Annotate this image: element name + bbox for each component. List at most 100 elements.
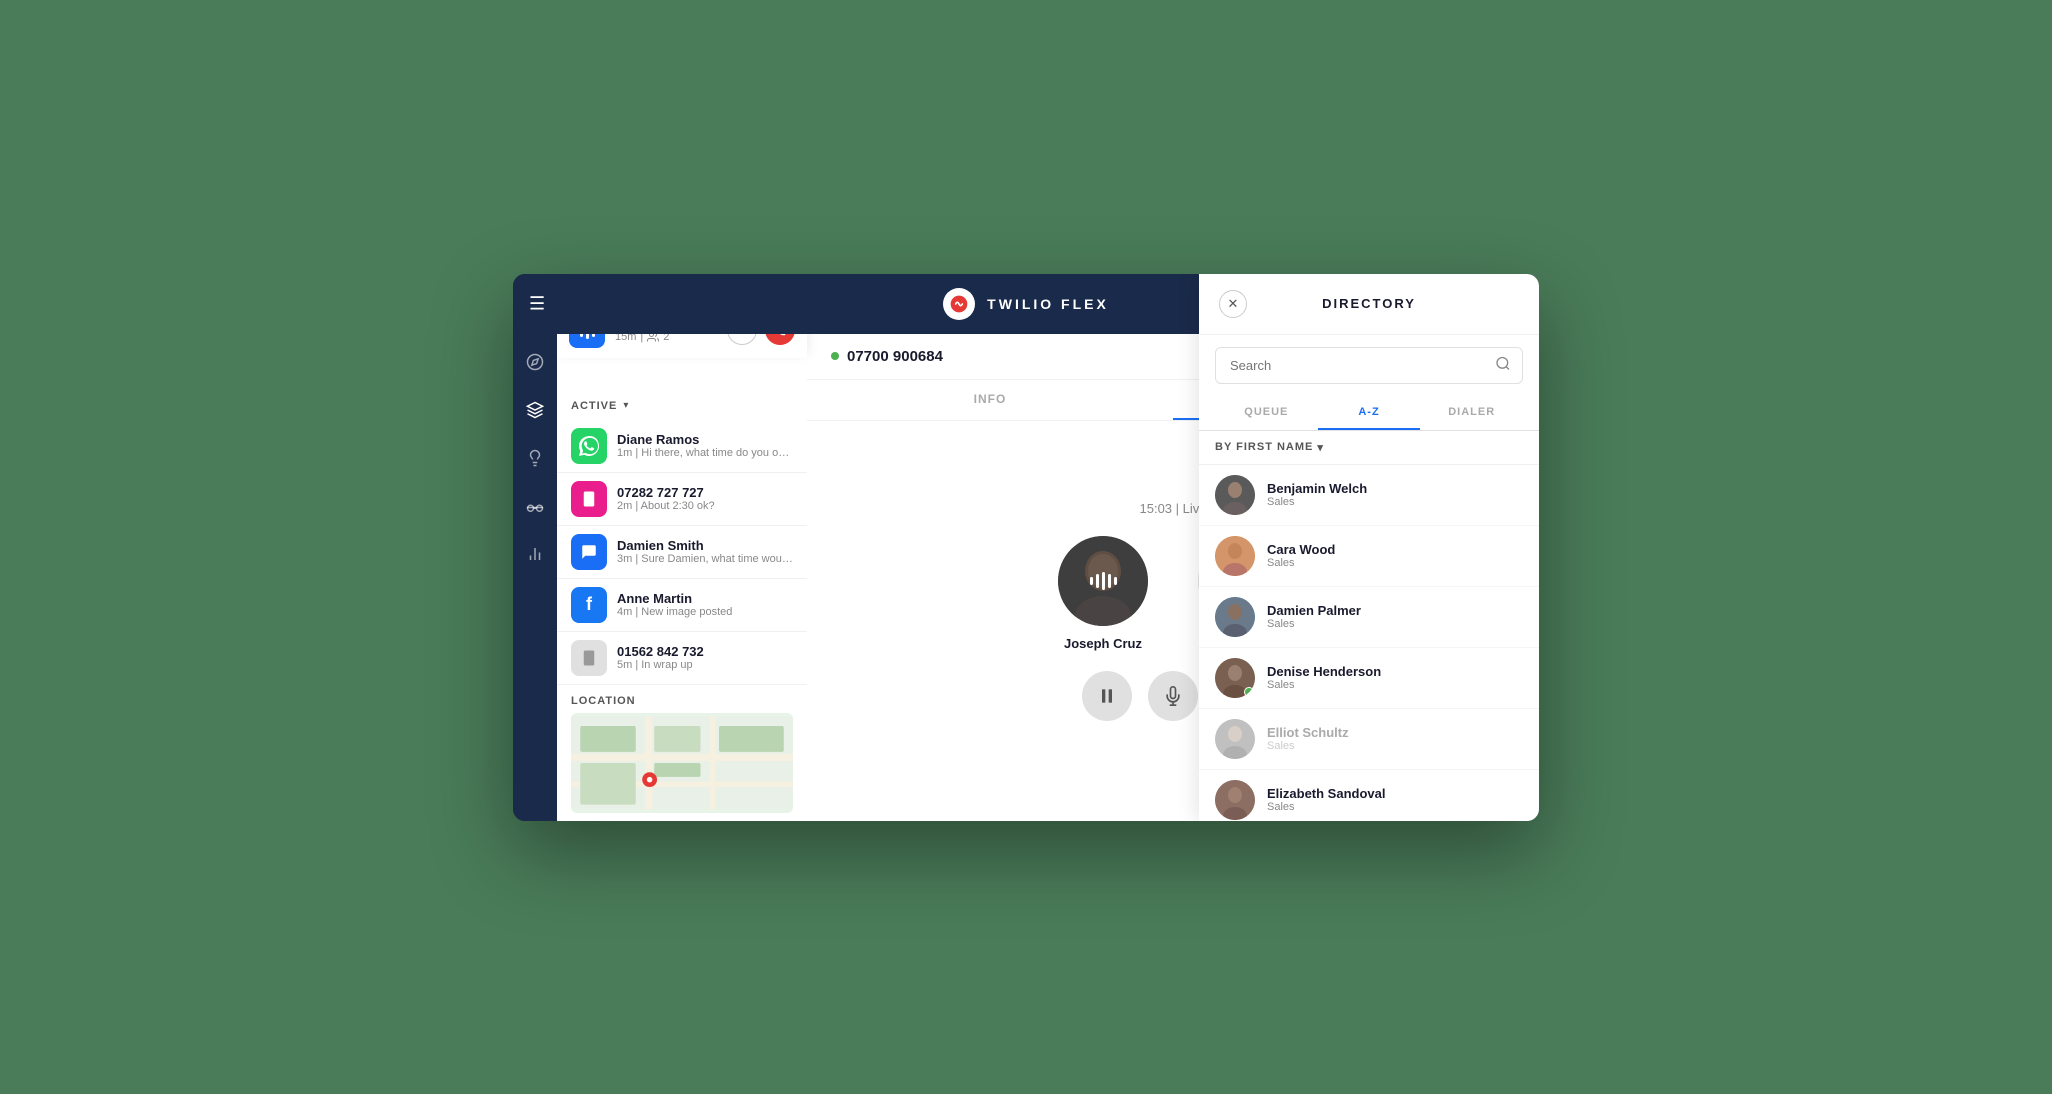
location-section: LOCATION [557, 685, 807, 819]
dir-dept-denise: Sales [1267, 679, 1523, 691]
contact-avatar-01562 [571, 640, 607, 676]
directory-filter-label: BY FIRST NAME [1215, 441, 1313, 453]
dir-name-damien-p: Damien Palmer [1267, 603, 1523, 618]
dir-contact-benjamin[interactable]: Benjamin Welch Sales [1199, 465, 1539, 526]
wave-bar-d [1108, 574, 1111, 588]
sidebar [513, 334, 557, 821]
contact-info-07282: 07282 727 727 2m | About 2:30 ok? [617, 485, 793, 512]
tab-info[interactable]: INFO [807, 380, 1173, 420]
app-logo: TWILIO FLEX [943, 288, 1109, 320]
contact-info-diane: Diane Ramos 1m | Hi there, what time do … [617, 432, 793, 459]
directory-tabs: QUEUE A-Z DIALER [1199, 396, 1539, 431]
dir-avatar-cara [1215, 536, 1255, 576]
dir-avatar-denise [1215, 658, 1255, 698]
contact-avatar-07282 [571, 481, 607, 517]
contacts-arrow-icon: ▾ [623, 400, 628, 411]
dir-info-damien-p: Damien Palmer Sales [1267, 603, 1523, 630]
contact-info-damien: Damien Smith 3m | Sure Damien, what time… [617, 538, 793, 565]
dir-info-cara: Cara Wood Sales [1267, 542, 1523, 569]
dir-dept-benjamin: Sales [1267, 496, 1523, 508]
dir-dept-cara: Sales [1267, 557, 1523, 569]
dir-contact-denise[interactable]: Denise Henderson Sales [1199, 648, 1539, 709]
logo-icon [943, 288, 975, 320]
sidebar-icon-bulb[interactable] [519, 442, 551, 474]
dir-info-denise: Denise Henderson Sales [1267, 664, 1523, 691]
dir-name-elliot: Elliot Schultz [1267, 725, 1523, 740]
participant-name-joseph: Joseph Cruz [1064, 636, 1142, 651]
dir-avatar-benjamin [1215, 475, 1255, 515]
contact-msg-damien: 3m | Sure Damien, what time would w... [617, 553, 793, 565]
contact-msg-01562: 5m | In wrap up [617, 659, 793, 671]
contact-msg-diane: 1m | Hi there, what time do you open... [617, 447, 793, 459]
sidebar-icon-compass[interactable] [519, 346, 551, 378]
app-window: ☰ TWILIO FLEX [513, 274, 1539, 821]
location-label: LOCATION [571, 695, 793, 707]
search-icon [1495, 356, 1511, 375]
status-dot-denise [1244, 687, 1254, 697]
dir-name-elizabeth: Elizabeth Sandoval [1267, 786, 1523, 801]
contact-name-anne: Anne Martin [617, 591, 793, 606]
sidebar-icon-glasses[interactable] [519, 490, 551, 522]
wave-overlay [1058, 536, 1148, 626]
directory-header: ✕ DIRECTORY [1199, 274, 1539, 335]
dir-dept-elliot: Sales [1267, 740, 1523, 752]
call-status-dot [831, 352, 839, 360]
dir-info-elizabeth: Elizabeth Sandoval Sales [1267, 786, 1523, 813]
directory-title: DIRECTORY [1322, 296, 1416, 311]
contact-item-01562[interactable]: 01562 842 732 5m | In wrap up [557, 632, 807, 685]
directory-close-button[interactable]: ✕ [1219, 290, 1247, 318]
tab-queue[interactable]: QUEUE [1215, 396, 1318, 430]
dir-avatar-elizabeth [1215, 780, 1255, 820]
dir-info-elliot: Elliot Schultz Sales [1267, 725, 1523, 752]
dir-name-benjamin: Benjamin Welch [1267, 481, 1523, 496]
dir-name-cara: Cara Wood [1267, 542, 1523, 557]
contacts-panel: Joseph Cruz 15m | 2 ⏸ [557, 334, 807, 821]
wave-bar-b [1096, 574, 1099, 588]
dir-contact-elliot[interactable]: Elliot Schultz Sales [1199, 709, 1539, 770]
contacts-section-label: ACTIVE [571, 400, 617, 412]
tab-az[interactable]: A-Z [1318, 396, 1421, 430]
participant-avatar-joseph [1058, 536, 1148, 626]
app-title: TWILIO FLEX [987, 296, 1109, 312]
dir-dept-elizabeth: Sales [1267, 801, 1523, 813]
contact-name-diane: Diane Ramos [617, 432, 793, 447]
directory-search [1215, 347, 1523, 384]
contact-name-07282: 07282 727 727 [617, 485, 793, 500]
wave-bar-e [1114, 577, 1117, 585]
contact-item-diane[interactable]: Diane Ramos 1m | Hi there, what time do … [557, 420, 807, 473]
call-mute-button[interactable] [1148, 671, 1198, 721]
participant-joseph: Joseph Cruz [1058, 536, 1148, 651]
dir-name-denise: Denise Henderson [1267, 664, 1523, 679]
directory-panel: ✕ DIRECTORY QUEUE A-Z DIALER BY FIRST NA… [1199, 274, 1539, 821]
contact-name-01562: 01562 842 732 [617, 644, 793, 659]
wave-bar-a [1090, 577, 1093, 585]
dir-avatar-damien-p [1215, 597, 1255, 637]
wave-bar-c [1102, 572, 1105, 590]
call-timer: 15:03 | Live [1140, 501, 1207, 516]
dir-avatar-elliot [1215, 719, 1255, 759]
directory-list: Benjamin Welch Sales Cara Wood Sales [1199, 465, 1539, 821]
tab-dialer[interactable]: DIALER [1420, 396, 1523, 430]
directory-filter: BY FIRST NAME ▾ [1199, 431, 1539, 465]
contact-item-anne[interactable]: f Anne Martin 4m | New image posted [557, 579, 807, 632]
call-pause-button[interactable] [1082, 671, 1132, 721]
contact-avatar-diane [571, 428, 607, 464]
contact-avatar-damien [571, 534, 607, 570]
contacts-header: ACTIVE ▾ [557, 388, 807, 420]
dir-contact-cara[interactable]: Cara Wood Sales [1199, 526, 1539, 587]
directory-search-input[interactable] [1215, 347, 1523, 384]
dir-contact-damien-p[interactable]: Damien Palmer Sales [1199, 587, 1539, 648]
map-container [571, 713, 793, 813]
contact-item-damien[interactable]: Damien Smith 3m | Sure Damien, what time… [557, 526, 807, 579]
contact-info-anne: Anne Martin 4m | New image posted [617, 591, 793, 618]
contact-msg-anne: 4m | New image posted [617, 606, 793, 618]
dir-contact-elizabeth[interactable]: Elizabeth Sandoval Sales [1199, 770, 1539, 821]
menu-button[interactable]: ☰ [529, 293, 545, 314]
contact-info-01562: 01562 842 732 5m | In wrap up [617, 644, 793, 671]
sidebar-icon-chart[interactable] [519, 538, 551, 570]
sidebar-icon-layers[interactable] [519, 394, 551, 426]
contact-item-07282[interactable]: 07282 727 727 2m | About 2:30 ok? [557, 473, 807, 526]
contact-name-damien: Damien Smith [617, 538, 793, 553]
dir-dept-damien-p: Sales [1267, 618, 1523, 630]
call-number: 07700 900684 [847, 348, 943, 365]
